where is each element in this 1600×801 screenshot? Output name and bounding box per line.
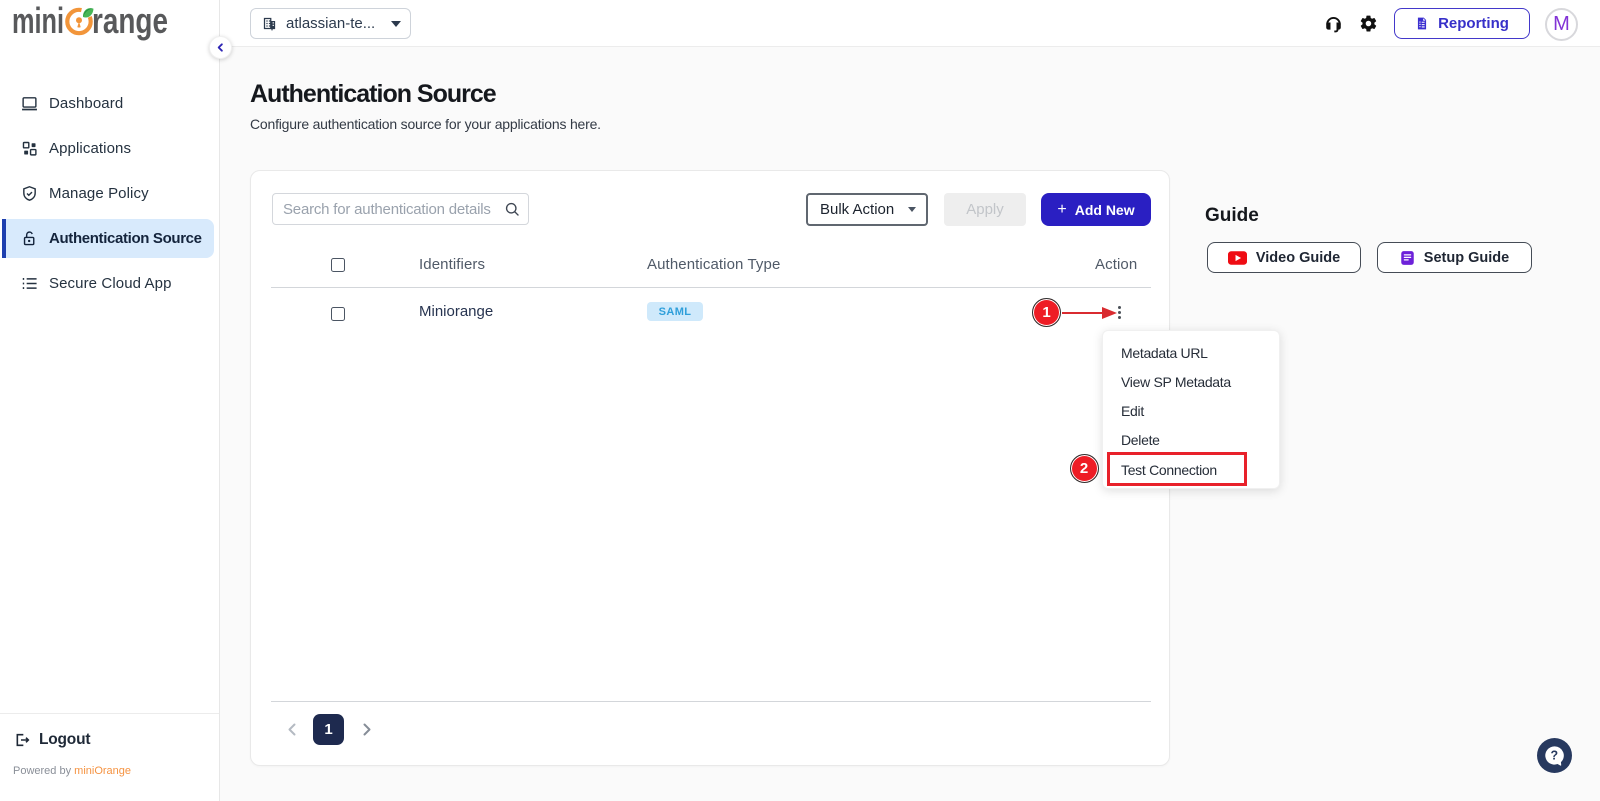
svg-text:?: ? [1551, 749, 1559, 763]
svg-text:range: range [92, 0, 168, 41]
svg-text:mini: mini [12, 0, 64, 41]
